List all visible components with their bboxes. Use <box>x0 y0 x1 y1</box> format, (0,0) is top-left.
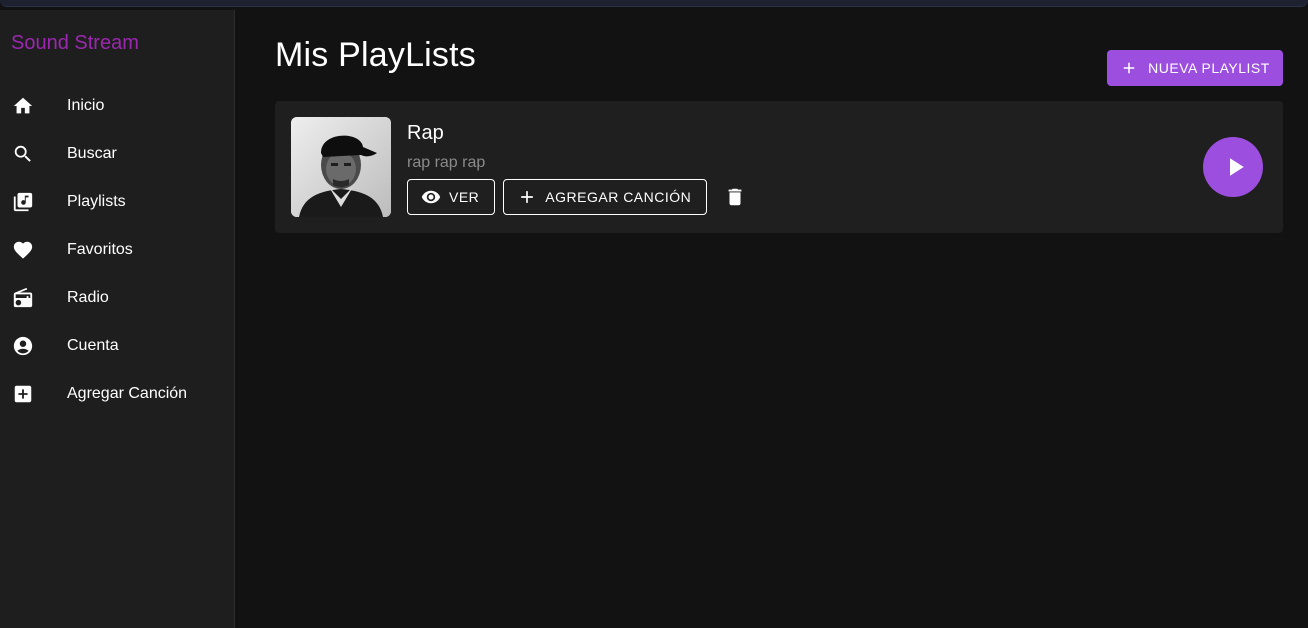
main-content: Mis PlayLists NUEVA PLAYLIST Rap rap rap… <box>235 10 1308 628</box>
eye-icon <box>421 190 441 204</box>
sidebar-item-inicio[interactable]: Inicio <box>0 82 234 130</box>
plus-icon <box>1123 62 1135 74</box>
sidebar-item-playlists[interactable]: Playlists <box>0 178 234 226</box>
playlist-cover-image <box>291 117 391 217</box>
view-playlist-button[interactable]: VER <box>407 179 496 215</box>
playlist-actions: VER AGREGAR CANCIÓN <box>407 179 755 215</box>
sidebar-item-label: Favoritos <box>67 241 133 258</box>
page-title: Mis PlayLists <box>275 36 476 74</box>
window-top-strip <box>0 0 1308 10</box>
playlist-name: Rap <box>407 122 444 144</box>
add-song-label: AGREGAR CANCIÓN <box>545 189 692 205</box>
playlist-card: Rap rap rap rap VER AGREGAR CANCIÓN <box>275 101 1283 233</box>
cover-photo <box>291 117 391 217</box>
sidebar-item-label: Playlists <box>67 193 126 210</box>
sidebar-item-favoritos[interactable]: Favoritos <box>0 226 234 274</box>
view-label: VER <box>449 189 480 205</box>
search-icon <box>12 143 34 165</box>
sidebar-item-label: Cuenta <box>67 337 119 354</box>
add-song-button[interactable]: AGREGAR CANCIÓN <box>503 179 708 215</box>
trash-icon <box>728 188 742 206</box>
delete-playlist-button[interactable] <box>715 179 755 215</box>
playlist-description: rap rap rap <box>407 154 486 171</box>
radio-icon <box>12 287 34 309</box>
play-icon <box>1229 158 1244 176</box>
add-box-icon <box>12 383 34 405</box>
plus-icon <box>521 191 534 203</box>
window-top-bar <box>0 0 1308 7</box>
sidebar-item-cuenta[interactable]: Cuenta <box>0 322 234 370</box>
sidebar-item-label: Buscar <box>67 145 117 162</box>
sidebar-item-agregar-cancion[interactable]: Agregar Canción <box>0 370 234 418</box>
play-playlist-button[interactable] <box>1203 137 1263 197</box>
sidebar-item-label: Radio <box>67 289 109 306</box>
sidebar-item-buscar[interactable]: Buscar <box>0 130 234 178</box>
sidebar-item-label: Agregar Canción <box>67 385 188 402</box>
sidebar-item-radio[interactable]: Radio <box>0 274 234 322</box>
brand-title[interactable]: Sound Stream <box>11 32 139 55</box>
new-playlist-label: NUEVA PLAYLIST <box>1148 60 1270 76</box>
home-icon <box>12 95 34 117</box>
sidebar: Sound Stream Inicio Buscar Playlists Fav… <box>0 10 235 628</box>
sidebar-nav: Inicio Buscar Playlists Favoritos Radio <box>0 82 234 418</box>
library-music-icon <box>12 191 34 213</box>
account-circle-icon <box>12 335 34 357</box>
new-playlist-button[interactable]: NUEVA PLAYLIST <box>1107 50 1283 86</box>
heart-icon <box>12 239 34 261</box>
sidebar-item-label: Inicio <box>67 97 105 114</box>
